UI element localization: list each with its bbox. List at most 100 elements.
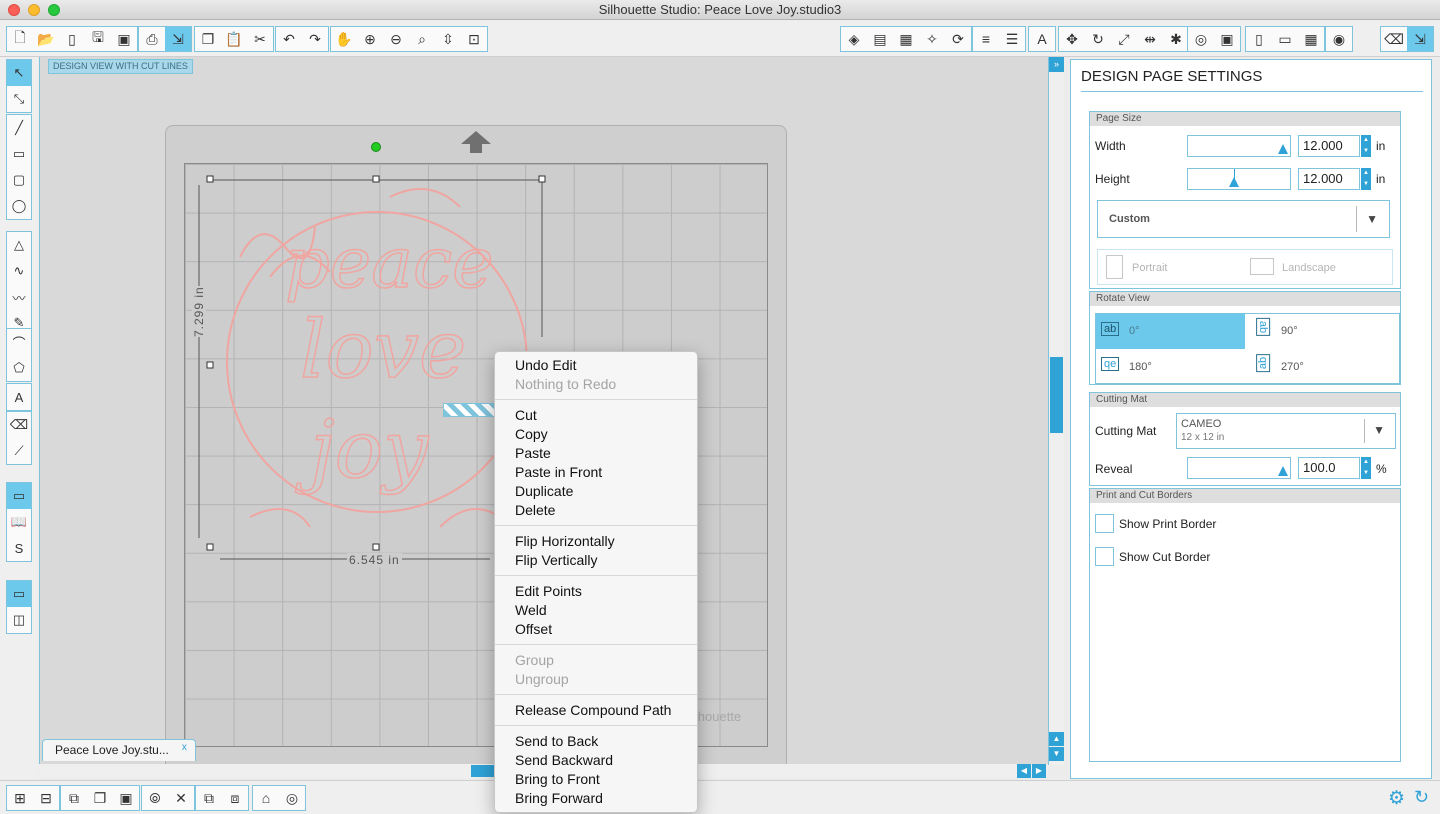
knife-icon[interactable]: ⟋ [7, 438, 31, 464]
menu-item-delete[interactable]: Delete [495, 501, 697, 520]
ellipse-icon[interactable]: ◯ [7, 193, 31, 219]
front-icon[interactable]: ⧉ [196, 786, 222, 810]
delete-icon[interactable]: ✕ [168, 786, 194, 810]
grid-icon[interactable]: ▦ [893, 27, 919, 51]
store-icon[interactable]: S [7, 535, 31, 561]
eraser-icon[interactable]: ⌫ [1381, 27, 1407, 51]
height-input[interactable]: 12.000 [1298, 168, 1360, 190]
vertical-scrollbar[interactable]: » ▲ ▼ [1048, 57, 1064, 765]
rounded-rectangle-icon[interactable]: ▢ [7, 167, 31, 193]
menu-item-cut[interactable]: Cut [495, 406, 697, 425]
resize-handle[interactable] [206, 175, 214, 183]
eraser-icon[interactable]: ⌫ [7, 412, 31, 438]
save-to-library-icon[interactable]: ▣ [111, 27, 137, 51]
menu-item-copy[interactable]: Copy [495, 425, 697, 444]
panel-toggle-icon[interactable]: » [1049, 57, 1064, 72]
cut-settings-icon[interactable]: ◉ [1326, 27, 1352, 51]
layer-icon[interactable]: ⌂ [253, 786, 279, 810]
offset-icon[interactable]: ◎ [1188, 27, 1214, 51]
width-stepper[interactable]: ▲ ▼ [1361, 135, 1371, 157]
portrait-icon[interactable] [1106, 255, 1123, 279]
resize-handle[interactable] [372, 543, 380, 551]
edit-points-icon[interactable]: ⤡ [7, 86, 31, 112]
landscape-icon[interactable] [1250, 258, 1274, 275]
page-border-icon[interactable]: ▭ [1272, 27, 1298, 51]
print-icon[interactable]: ⎙ [139, 27, 165, 51]
rotate-180-option[interactable]: qe 180° [1096, 350, 1245, 384]
page-size-dropdown[interactable]: Custom ▼ [1097, 200, 1390, 238]
menu-item-release-compound-path[interactable]: Release Compound Path [495, 701, 697, 720]
rotate-icon[interactable]: ↻ [1085, 27, 1111, 51]
minimize-window-button[interactable] [28, 4, 40, 16]
vertical-scroll-thumb[interactable] [1050, 357, 1063, 433]
design-view-icon[interactable]: ▭ [7, 483, 31, 509]
document-tab[interactable]: Peace Love Joy.stu... x [42, 739, 196, 761]
modify-icon[interactable]: ✱ [1163, 27, 1189, 51]
compound-icon[interactable]: ⧉ [61, 786, 87, 810]
move-icon[interactable]: ⇹ [1137, 27, 1163, 51]
polygon-icon[interactable]: △ [7, 232, 31, 258]
menu-item-edit-points[interactable]: Edit Points [495, 582, 697, 601]
menu-item-undo-edit[interactable]: Undo Edit [495, 356, 697, 375]
text-style-icon[interactable]: A [1029, 27, 1055, 51]
menu-item-paste-in-front[interactable]: Paste in Front [495, 463, 697, 482]
scroll-down-icon[interactable]: ▼ [1049, 747, 1064, 761]
settings-gear-icon[interactable]: ⚙ [1388, 787, 1405, 810]
menu-item-bring-forward[interactable]: Bring Forward [495, 789, 697, 808]
close-window-button[interactable] [8, 4, 20, 16]
cutting-mat-dropdown[interactable]: CAMEO 12 x 12 in ▼ [1176, 413, 1396, 449]
refresh-icon[interactable]: ↻ [1414, 787, 1429, 808]
menu-item-weld[interactable]: Weld [495, 601, 697, 620]
rotate-270-option[interactable]: ab 270° [1248, 350, 1397, 384]
reveal-input[interactable]: 100.0 [1298, 457, 1360, 479]
resize-handle[interactable] [372, 175, 380, 183]
paste-icon[interactable]: 📋 [221, 27, 247, 51]
resize-handle[interactable] [206, 543, 214, 551]
show-print-border-checkbox[interactable] [1095, 514, 1114, 533]
open-icon[interactable]: 📂 [33, 27, 59, 51]
landscape-label[interactable]: Landscape [1282, 262, 1336, 274]
back-icon[interactable]: ⧈ [222, 786, 248, 810]
fill-icon[interactable]: ◈ [841, 27, 867, 51]
maximize-window-button[interactable] [48, 4, 60, 16]
resize-handle[interactable] [206, 361, 214, 369]
menu-item-send-backward[interactable]: Send Backward [495, 751, 697, 770]
document-tab-close-icon[interactable]: x [182, 738, 187, 758]
transform-icon[interactable]: ✧ [919, 27, 945, 51]
single-view-icon[interactable]: ▭ [7, 581, 31, 607]
scale-icon[interactable]: ⤢ [1111, 27, 1137, 51]
library-view-icon[interactable]: 📖 [7, 509, 31, 535]
ungroup-icon[interactable]: ⊟ [33, 786, 59, 810]
align-icon[interactable]: ✥ [1059, 27, 1085, 51]
select-arrow-icon[interactable]: ↖ [7, 60, 31, 86]
curve-icon[interactable]: ∿ [7, 258, 31, 284]
menu-item-bring-to-front[interactable]: Bring to Front [495, 770, 697, 789]
scroll-left-icon[interactable]: ◀ [1017, 764, 1031, 778]
menu-item-paste[interactable]: Paste [495, 444, 697, 463]
send-to-silhouette-icon[interactable]: ⇲ [165, 27, 191, 51]
line-color-icon[interactable]: ≡ [973, 27, 999, 51]
copy-icon[interactable]: ❐ [195, 27, 221, 51]
show-print-border-label[interactable]: Show Print Border [1119, 517, 1216, 531]
menu-item-offset[interactable]: Offset [495, 620, 697, 639]
replicate-icon[interactable]: ⟳ [945, 27, 971, 51]
grid-view-icon[interactable]: ▦ [1298, 27, 1324, 51]
polyshape-icon[interactable]: ⬠ [7, 355, 31, 381]
resize-handle[interactable] [538, 175, 546, 183]
rotate-0-option[interactable]: ab 0° [1096, 314, 1245, 349]
save-icon[interactable]: 🖫 [85, 27, 111, 51]
redo-icon[interactable]: ↷ [302, 27, 328, 51]
menu-item-duplicate[interactable]: Duplicate [495, 482, 697, 501]
library-icon[interactable]: ▯ [59, 27, 85, 51]
trace-icon[interactable]: ▣ [1214, 27, 1240, 51]
rectangle-icon[interactable]: ▭ [7, 141, 31, 167]
split-view-icon[interactable]: ◫ [7, 607, 31, 633]
height-slider[interactable] [1187, 168, 1291, 190]
scroll-up-icon[interactable]: ▲ [1049, 732, 1064, 746]
zoom-out-icon[interactable]: ⊖ [383, 27, 409, 51]
fit-page-icon[interactable]: ⊡ [461, 27, 487, 51]
send-panel-icon[interactable]: ⇲ [1407, 27, 1433, 51]
group-icon[interactable]: ⊞ [7, 786, 33, 810]
menu-item-send-to-back[interactable]: Send to Back [495, 732, 697, 751]
release-icon[interactable]: ❐ [87, 786, 113, 810]
